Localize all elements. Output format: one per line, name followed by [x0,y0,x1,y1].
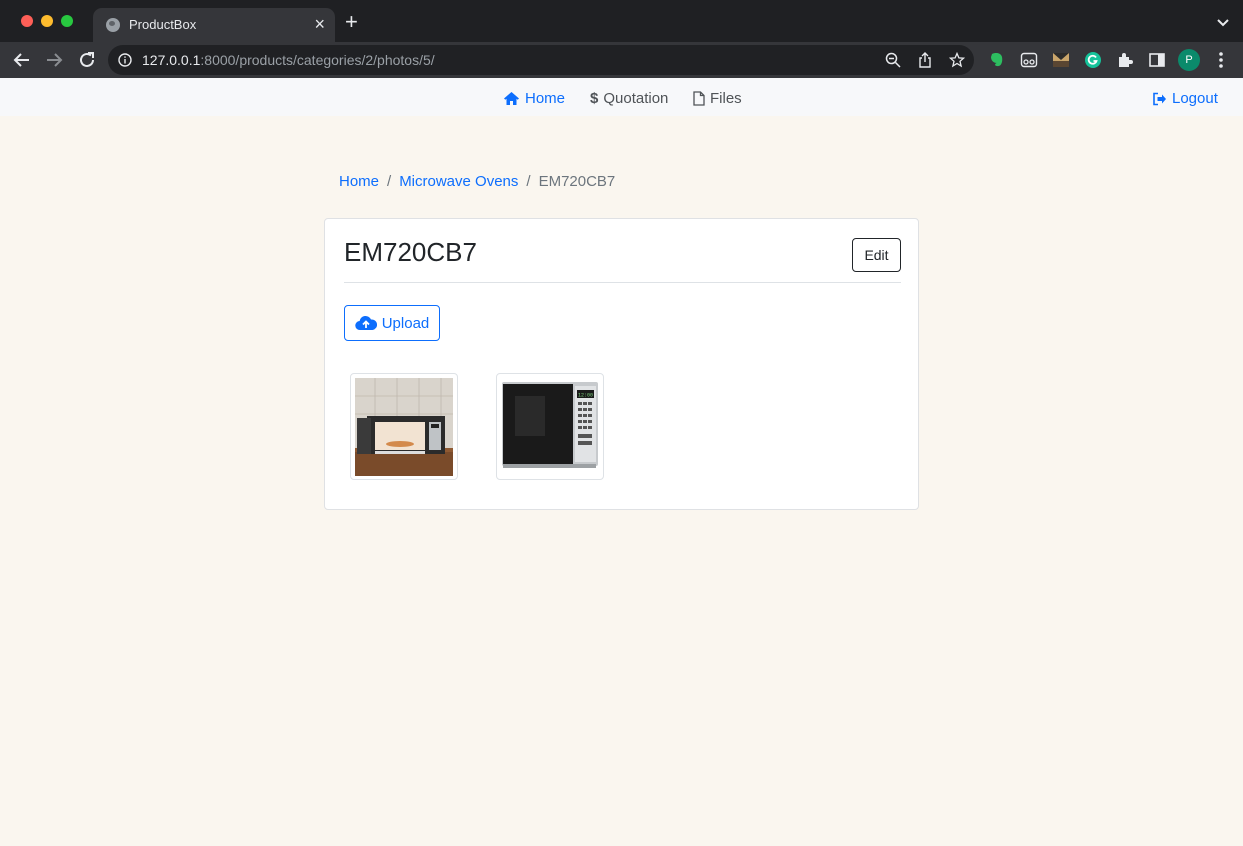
side-panel-icon[interactable] [1148,51,1166,69]
product-photo-thumbnail[interactable]: 12:00 [496,373,604,480]
browser-toolbar: 127.0.0.1:8000/products/categories/2/pho… [0,42,1243,78]
breadcrumb-separator: / [387,173,392,190]
browser-menu-icon[interactable] [1219,52,1223,73]
nav-home[interactable]: Home [503,90,565,107]
zoom-icon[interactable] [885,52,901,68]
home-icon [504,92,519,105]
zoom-window-button[interactable] [61,15,73,27]
back-icon[interactable] [11,49,33,71]
nav-logout[interactable]: Logout [1152,90,1218,107]
breadcrumb-separator: / [526,173,531,190]
microwave-kitchen-photo [355,378,453,476]
app-navbar: Home $ Quotation Files Logout [0,78,1243,116]
tab-close-icon[interactable]: × [314,13,325,35]
video-extension-icon[interactable] [1020,51,1038,69]
divider [344,282,901,283]
profile-avatar[interactable]: P [1178,49,1200,71]
nav-logout-label: Logout [1172,90,1218,107]
nav-files-label: Files [710,90,742,107]
breadcrumb: Home / Microwave Ovens / EM720CB7 [339,173,615,190]
browser-tab[interactable]: ProductBox × [93,8,335,42]
nav-home-label: Home [525,90,566,107]
dollar-icon: $ [590,90,599,107]
minimize-window-button[interactable] [41,15,53,27]
share-icon[interactable] [917,52,933,68]
close-window-button[interactable] [21,15,33,27]
extensions-puzzle-icon[interactable] [1116,51,1134,69]
upload-button[interactable]: Upload [344,305,440,341]
bookmark-star-icon[interactable] [948,51,966,68]
tab-title: ProductBox [129,17,197,32]
sign-out-icon [1153,92,1166,105]
page-title: EM720CB7 [344,237,477,267]
breadcrumb-home[interactable]: Home [339,173,379,190]
nav-quotation[interactable]: $ Quotation [590,90,668,107]
edit-button[interactable]: Edit [852,238,901,272]
mail-extension-icon[interactable] [1052,51,1070,69]
url-path: :8000/products/categories/2/photos/5/ [200,52,435,68]
forward-icon[interactable] [43,49,65,71]
breadcrumb-current: EM720CB7 [538,173,616,190]
info-icon[interactable] [118,53,132,72]
nav-quotation-label: Quotation [603,90,669,107]
chevron-down-icon[interactable] [1217,14,1229,32]
url-text: 127.0.0.1:8000/products/categories/2/pho… [142,52,435,68]
microwave-front-photo: 12:00 [501,378,599,476]
browser-tab-strip: ProductBox × + [0,0,1243,42]
new-tab-icon[interactable]: + [345,11,358,33]
globe-icon [106,18,120,32]
grammarly-icon[interactable] [1084,51,1102,69]
url-host: 127.0.0.1 [142,52,201,68]
product-photo-thumbnail[interactable] [350,373,458,480]
product-card: EM720CB7 Edit Upload 12:00 [324,218,919,510]
file-icon [693,91,705,106]
upload-button-label: Upload [381,314,430,332]
nav-files[interactable]: Files [693,90,742,107]
evernote-extension-icon[interactable] [988,51,1006,69]
cloud-upload-icon [355,316,377,331]
address-bar[interactable]: 127.0.0.1:8000/products/categories/2/pho… [108,45,974,75]
svg-text:12:00: 12:00 [578,393,593,399]
breadcrumb-category[interactable]: Microwave Ovens [399,173,518,190]
reload-icon[interactable] [76,49,98,71]
